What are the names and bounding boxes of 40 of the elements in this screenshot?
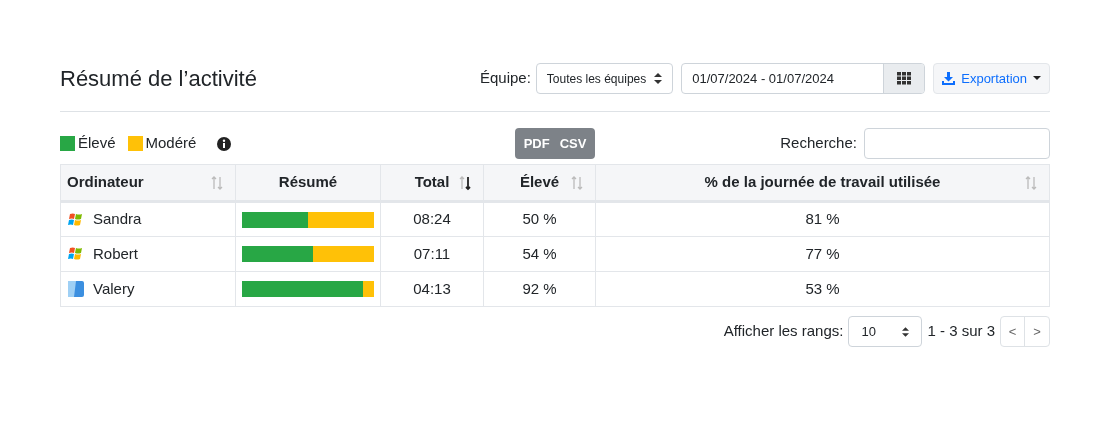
legend-label: Modéré [145, 133, 197, 154]
page-size-label: Afficher les rangs: [723, 321, 844, 342]
info-icon[interactable] [216, 135, 233, 152]
select-arrows-icon [654, 73, 663, 84]
column-header[interactable]: Total [380, 164, 484, 202]
computer-name: Robert [93, 243, 139, 264]
grid-icon[interactable] [896, 72, 912, 85]
export-button[interactable]: Exportation [933, 63, 1050, 94]
previous-page-button[interactable]: < [1001, 317, 1025, 346]
computer-name: Valery [93, 278, 135, 299]
high-cell: 50 % [483, 201, 596, 237]
computer-name: Sandra [93, 209, 142, 230]
workday-cell: 81 % [595, 201, 1050, 237]
download-format-button[interactable]: CSV [554, 133, 592, 154]
next-page-button[interactable]: > [1025, 317, 1049, 346]
workday-cell: 77 % [595, 236, 1050, 272]
column-header[interactable]: % de la journée de travail utilisée [595, 164, 1050, 202]
sort-icon[interactable] [459, 174, 471, 191]
page-size-select[interactable]: 10 [848, 316, 923, 347]
download-icon [942, 72, 956, 85]
date-range-field[interactable]: 01/07/2024 - 01/07/2024 [681, 63, 926, 94]
search-label: Recherche: [780, 133, 857, 154]
workday-cell: 53 % [595, 271, 1050, 307]
total-cell: 04:13 [380, 271, 484, 307]
legend-label: Élevé [78, 133, 116, 154]
column-header[interactable]: Ordinateur [60, 164, 236, 202]
high-cell: 92 % [483, 271, 596, 307]
high-cell: 54 % [483, 236, 596, 272]
select-arrows-icon [902, 326, 910, 337]
total-cell: 07:11 [380, 236, 484, 272]
column-header[interactable]: Élevé [483, 164, 596, 202]
team-label: Équipe: [479, 68, 531, 89]
team-select[interactable]: Toutes les équipes [535, 63, 674, 94]
search-field[interactable] [864, 128, 1050, 159]
column-header[interactable]: Résumé [235, 164, 381, 202]
page-title: Résumé de l’activité [60, 65, 257, 93]
total-cell: 08:24 [380, 201, 484, 237]
download-format-button[interactable]: PDF [518, 133, 555, 154]
caret-icon [1033, 76, 1041, 81]
page-range: 1 - 3 sur 3 [927, 321, 995, 342]
